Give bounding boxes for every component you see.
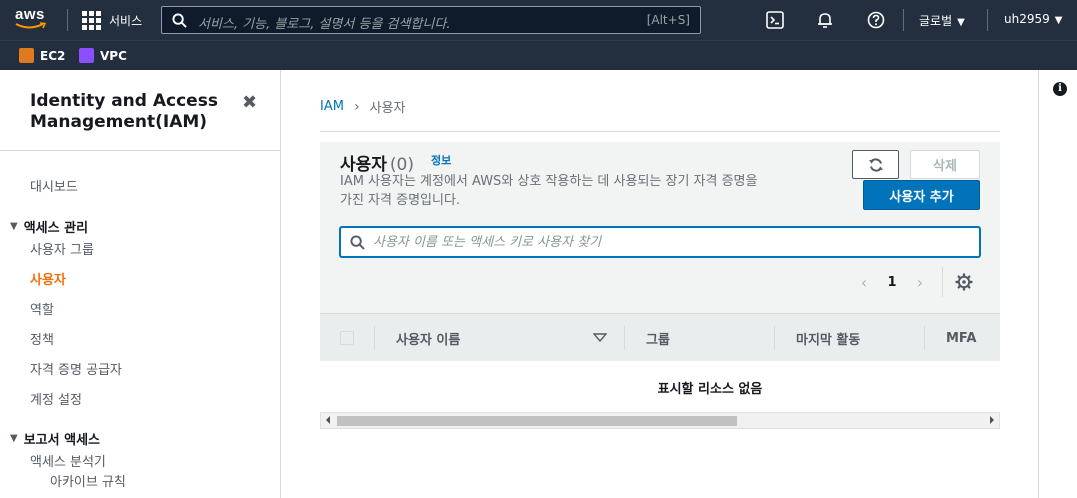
caret-down-icon: ▼ bbox=[1054, 15, 1063, 26]
sidebar-item-users[interactable]: 사용자 bbox=[30, 269, 66, 288]
help-button[interactable] bbox=[866, 10, 886, 30]
select-all-checkbox[interactable] bbox=[340, 331, 354, 345]
global-search-input[interactable]: 서비스, 기능, 블로그, 설명서 등을 검색합니다. [Alt+S] bbox=[161, 6, 701, 34]
sidebar-item-roles[interactable]: 역할 bbox=[30, 299, 54, 318]
sidebar-item-user-groups[interactable]: 사용자 그룹 bbox=[30, 239, 94, 258]
terminal-icon bbox=[766, 11, 784, 29]
search-placeholder: 서비스, 기능, 블로그, 설명서 등을 검색합니다. bbox=[198, 17, 451, 32]
scrollbar-thumb[interactable] bbox=[337, 416, 737, 426]
refresh-icon bbox=[868, 157, 883, 172]
sidebar-title[interactable]: Identity and Access Management(IAM) bbox=[30, 91, 230, 133]
add-user-button[interactable]: 사용자 추가 bbox=[863, 180, 980, 210]
ec2-icon bbox=[19, 48, 34, 63]
nav-divider bbox=[903, 9, 904, 31]
sidebar-section-report-access[interactable]: ▼ 보고서 액세스 bbox=[10, 429, 100, 448]
services-label: 서비스 bbox=[109, 13, 143, 28]
grid-icon bbox=[82, 10, 101, 30]
page-description: IAM 사용자는 계정에서 AWS와 상호 작용하는 데 사용되는 장기 자격 … bbox=[340, 174, 758, 208]
column-divider bbox=[624, 326, 625, 350]
delete-button[interactable]: 삭제 bbox=[910, 150, 980, 179]
help-panel-rail: i bbox=[1038, 70, 1077, 498]
sidebar-divider bbox=[0, 150, 280, 151]
column-divider bbox=[924, 326, 925, 350]
favorite-label: EC2 bbox=[40, 48, 66, 63]
pagination: ‹ 1 › bbox=[850, 267, 973, 297]
users-panel: 사용자 (0) 정보 IAM 사용자는 계정에서 AWS와 상호 작용하는 데 사… bbox=[320, 142, 1000, 412]
account-menu[interactable]: uh2959 ▼ bbox=[1004, 12, 1062, 26]
vpc-icon bbox=[79, 48, 94, 63]
bell-icon bbox=[818, 13, 832, 28]
sidebar-section-access-management[interactable]: ▼ 액세스 관리 bbox=[10, 217, 88, 236]
sidebar-item-dashboard[interactable]: 대시보드 bbox=[30, 176, 78, 195]
table-header: 사용자 이름 그룹 마지막 활동 MFA bbox=[320, 313, 1000, 361]
sidebar-item-access-analyzer[interactable]: 액세스 분석기 bbox=[30, 451, 106, 470]
region-selector[interactable]: 글로벌 ▼ bbox=[919, 12, 965, 29]
caret-down-icon: ▼ bbox=[10, 433, 18, 444]
side-navigation: Identity and Access Management(IAM) ✖ 대시… bbox=[0, 70, 281, 498]
column-divider bbox=[774, 326, 775, 350]
refresh-button[interactable] bbox=[852, 150, 899, 179]
sidebar-item-archive-rules[interactable]: 아카이브 규칙 bbox=[50, 471, 126, 490]
services-menu-button[interactable]: 서비스 bbox=[82, 9, 142, 31]
top-navigation: aws 서비스 서비스, 기능, 블로그, 설명서 등을 검색합니다. [Alt… bbox=[0, 0, 1077, 40]
search-icon bbox=[350, 235, 365, 250]
column-divider bbox=[374, 326, 375, 350]
breadcrumb-iam-link[interactable]: IAM bbox=[320, 99, 344, 114]
column-header-username[interactable]: 사용자 이름 bbox=[396, 314, 460, 362]
user-filter-input[interactable] bbox=[373, 231, 968, 253]
horizontal-scrollbar[interactable] bbox=[320, 412, 1000, 429]
page-number[interactable]: 1 bbox=[878, 275, 906, 290]
sidebar-item-account-settings[interactable]: 계정 설정 bbox=[30, 389, 82, 408]
empty-state-message: 표시할 리소스 없음 bbox=[657, 382, 763, 397]
notifications-button[interactable] bbox=[815, 10, 835, 30]
aws-logo-text: aws bbox=[15, 6, 45, 23]
info-icon[interactable]: i bbox=[1053, 82, 1067, 96]
search-icon bbox=[172, 13, 187, 28]
cloudshell-button[interactable] bbox=[765, 10, 785, 30]
section-label: 액세스 관리 bbox=[23, 221, 89, 236]
scroll-left-icon[interactable] bbox=[326, 416, 330, 424]
caret-down-icon: ▼ bbox=[957, 17, 965, 28]
sort-down-icon[interactable] bbox=[593, 333, 607, 343]
breadcrumb-divider bbox=[320, 131, 1000, 132]
column-header-groups[interactable]: 그룹 bbox=[646, 314, 670, 362]
breadcrumb-current: 사용자 bbox=[369, 101, 406, 116]
column-header-last-activity[interactable]: 마지막 활동 bbox=[796, 314, 860, 362]
sidebar-item-identity-providers[interactable]: 자격 증명 공급자 bbox=[30, 359, 122, 378]
table-body: 표시할 리소스 없음 bbox=[320, 361, 1000, 412]
column-header-mfa[interactable]: MFA bbox=[946, 314, 976, 362]
scroll-right-icon[interactable] bbox=[990, 416, 994, 424]
favorite-label: VPC bbox=[100, 48, 127, 63]
nav-divider bbox=[67, 9, 68, 31]
chevron-left-icon[interactable]: ‹ bbox=[850, 273, 878, 292]
breadcrumb: IAM › 사용자 bbox=[320, 97, 406, 117]
section-label: 보고서 액세스 bbox=[23, 433, 100, 448]
nav-divider bbox=[987, 9, 988, 31]
chevron-right-icon: › bbox=[353, 98, 360, 115]
close-icon[interactable]: ✖ bbox=[242, 92, 257, 113]
pagination-divider bbox=[942, 267, 943, 297]
sidebar-item-policies[interactable]: 정책 bbox=[30, 329, 54, 348]
favorite-vpc[interactable]: VPC bbox=[79, 48, 127, 63]
aws-logo[interactable]: aws bbox=[15, 6, 53, 34]
favorite-ec2[interactable]: EC2 bbox=[19, 48, 65, 63]
favorites-bar: EC2 VPC bbox=[0, 40, 1077, 70]
gear-icon[interactable] bbox=[955, 273, 973, 291]
info-link[interactable]: 정보 bbox=[431, 152, 451, 168]
caret-down-icon: ▼ bbox=[10, 221, 18, 232]
chevron-right-icon[interactable]: › bbox=[906, 273, 934, 292]
user-filter-field[interactable] bbox=[340, 227, 980, 257]
aws-smile-icon bbox=[15, 22, 47, 29]
region-label: 글로벌 bbox=[919, 14, 953, 28]
help-icon bbox=[867, 11, 885, 29]
main-content: IAM › 사용자 사용자 (0) 정보 IAM 사용자는 계정에서 AWS와 상… bbox=[282, 70, 1038, 498]
account-label: uh2959 bbox=[1004, 12, 1050, 26]
search-shortcut: [Alt+S] bbox=[646, 13, 690, 27]
